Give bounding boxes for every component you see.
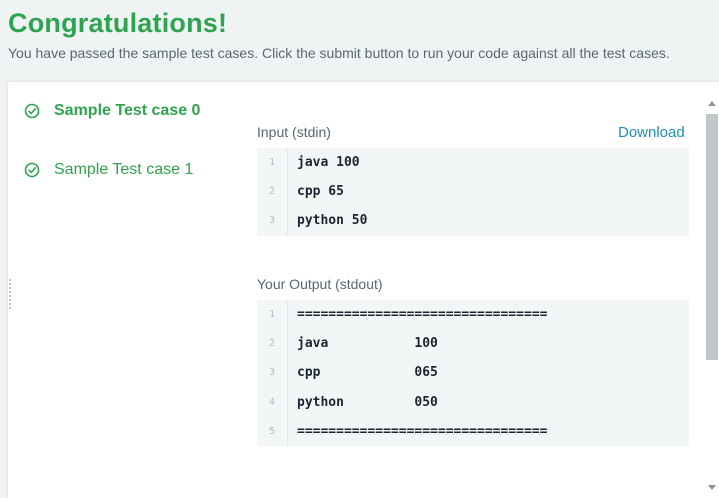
gutter-divider [287, 300, 288, 446]
code-text: java 100 [297, 155, 360, 171]
code-text: ================================ [297, 423, 548, 439]
download-link[interactable]: Download [618, 124, 685, 141]
test-case-label: Sample Test case 0 [54, 102, 201, 119]
line-number: 3 [268, 215, 276, 227]
code-line: 1 ================================ [257, 300, 689, 329]
line-number: 4 [268, 396, 276, 408]
code-line: 1 java 100 [257, 148, 689, 177]
test-case-label: Sample Test case 1 [54, 161, 194, 178]
page-title: Congratulations! [8, 8, 228, 38]
check-circle-icon [24, 162, 40, 178]
gutter-divider [287, 148, 288, 236]
test-case-1-tab[interactable]: Sample Test case 1 [24, 159, 200, 181]
code-text: python 050 [297, 394, 438, 410]
results-panel: Sample Test case 0 Sample Test case 1 In… [8, 82, 719, 498]
code-line: 3 cpp 065 [257, 358, 689, 387]
code-line: 4 python 050 [257, 388, 689, 417]
input-label: Input (stdin) [257, 124, 331, 140]
line-number: 2 [268, 186, 276, 198]
scroll-up-arrow-icon[interactable] [708, 101, 716, 106]
line-number: 3 [268, 367, 276, 379]
page-subtitle: You have passed the sample test cases. C… [8, 45, 670, 61]
line-number: 2 [268, 338, 276, 350]
header: Congratulations! You have passed the sam… [8, 6, 709, 62]
output-label: Your Output (stdout) [257, 276, 383, 292]
scroll-down-arrow-icon[interactable] [708, 485, 716, 490]
code-text: cpp 65 [297, 184, 344, 200]
code-text: ================================ [297, 307, 548, 323]
line-number: 1 [268, 309, 276, 321]
code-line: 2 java 100 [257, 329, 689, 358]
input-code-block: 1 java 100 2 cpp 65 3 python 50 [257, 148, 689, 236]
code-text: python 50 [297, 213, 368, 229]
vertical-scrollbar[interactable] [705, 96, 719, 498]
code-text: cpp 065 [297, 365, 438, 381]
output-code-block: 1 ================================ 2 jav… [257, 300, 689, 446]
code-line: 5 ================================ [257, 417, 689, 446]
test-case-0-tab[interactable]: Sample Test case 0 [24, 100, 200, 122]
resize-handle[interactable] [8, 278, 12, 310]
line-number: 5 [268, 425, 276, 437]
line-number: 1 [268, 157, 276, 169]
scrollbar-thumb[interactable] [706, 114, 718, 360]
code-line: 3 python 50 [257, 206, 689, 235]
code-text: java 100 [297, 336, 438, 352]
code-line: 2 cpp 65 [257, 177, 689, 206]
test-case-list: Sample Test case 0 Sample Test case 1 [24, 100, 200, 218]
check-circle-icon [24, 103, 40, 119]
